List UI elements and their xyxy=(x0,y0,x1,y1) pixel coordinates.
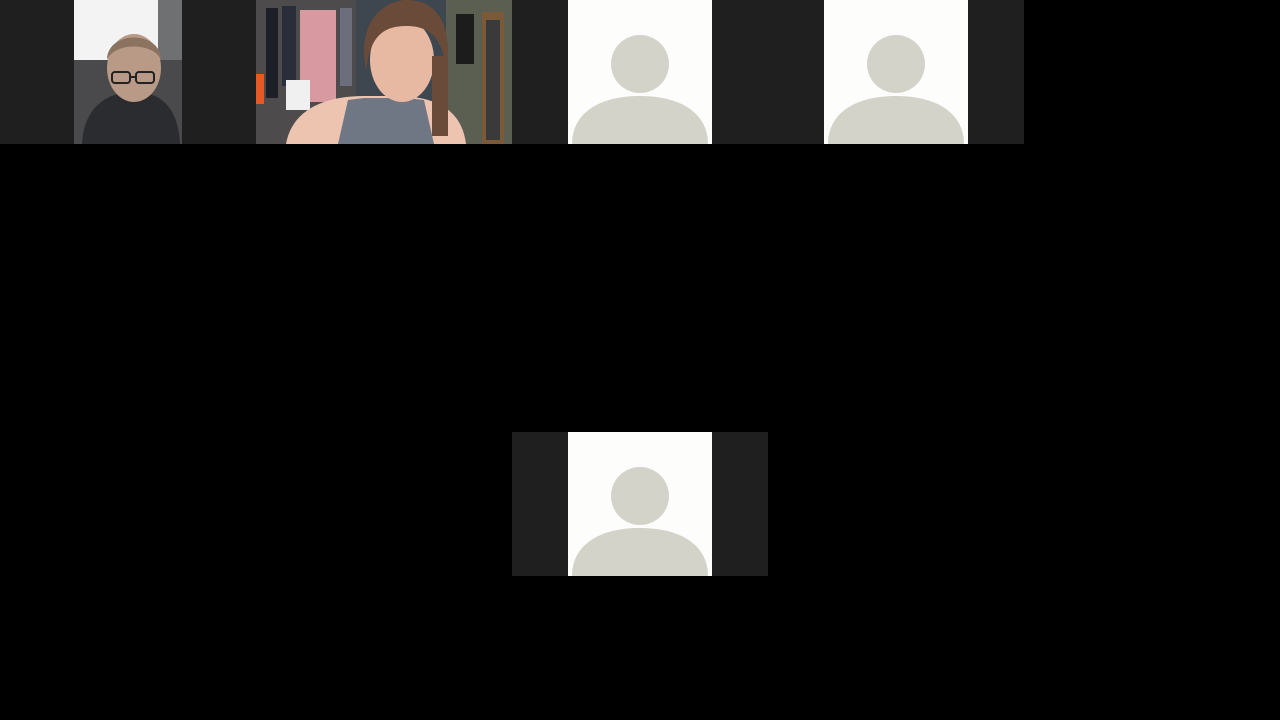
participant-tile-5[interactable] xyxy=(512,432,768,576)
participant-tile-3[interactable] xyxy=(512,0,768,144)
participant-tile-1[interactable] xyxy=(0,0,256,144)
participant-video-1 xyxy=(74,0,182,144)
participant-avatar-4 xyxy=(824,0,968,144)
participant-avatar-5 xyxy=(568,432,712,576)
participant-tile-4[interactable] xyxy=(768,0,1024,144)
participant-avatar-3 xyxy=(568,0,712,144)
meeting-gallery xyxy=(0,0,1280,720)
participant-video-2 xyxy=(256,0,512,144)
participant-tile-2[interactable] xyxy=(256,0,512,144)
user-silhouette-icon xyxy=(572,35,708,144)
user-silhouette-icon xyxy=(828,35,964,144)
user-silhouette-icon xyxy=(572,467,708,576)
